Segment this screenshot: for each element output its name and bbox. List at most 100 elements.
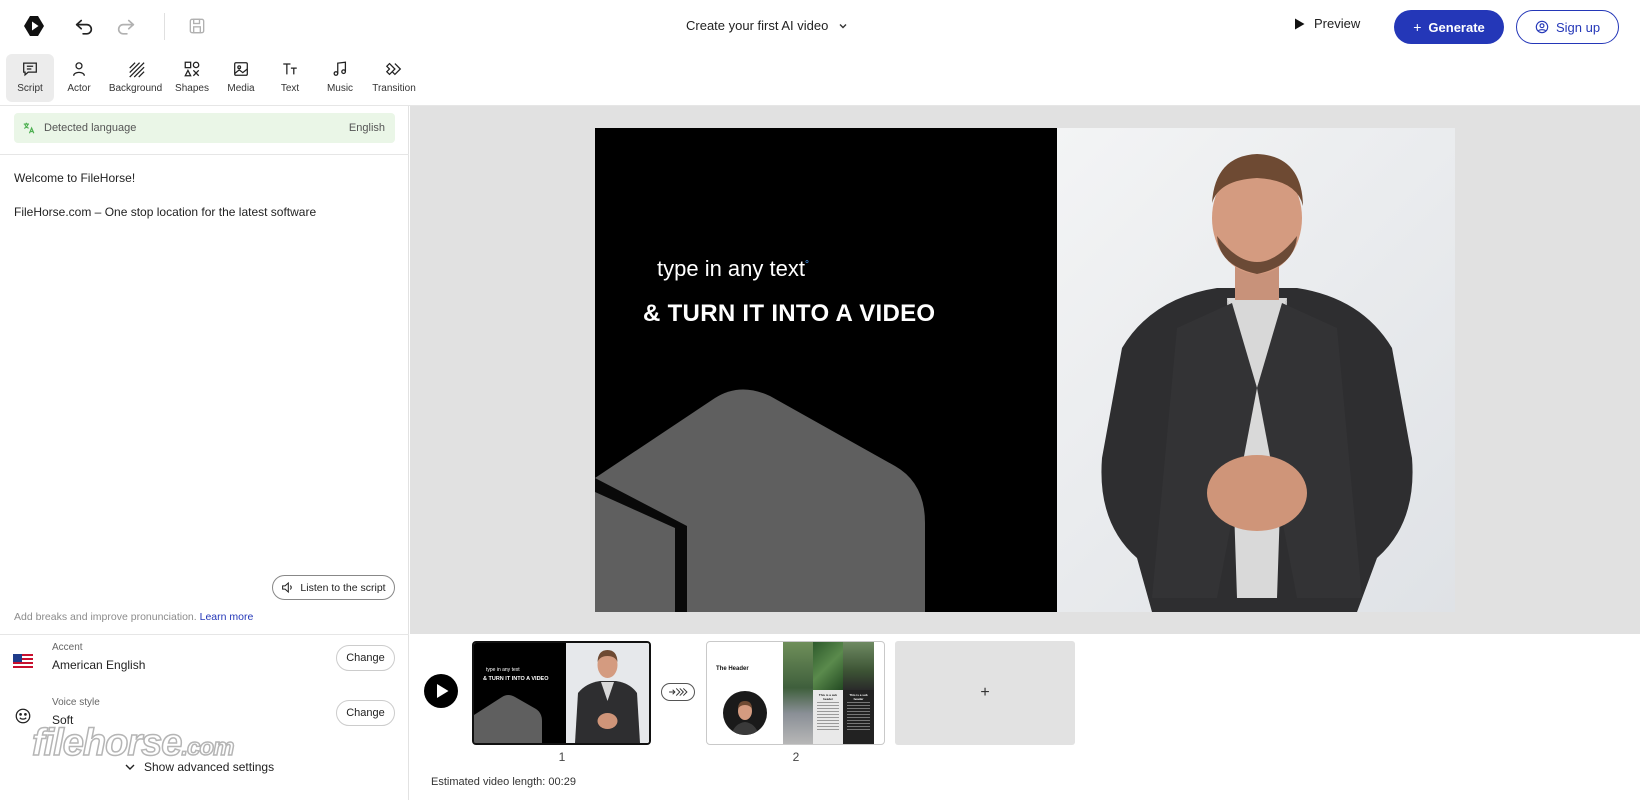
tool-label: Script xyxy=(17,83,43,94)
accent-label: Accent xyxy=(52,642,83,653)
video-title-dropdown[interactable]: Create your first AI video xyxy=(686,18,848,33)
music-icon xyxy=(333,61,347,76)
script-editor[interactable]: Welcome to FileHorse! FileHorse.com – On… xyxy=(14,170,394,238)
slide-text-line-1[interactable]: type in any text° xyxy=(657,256,809,282)
tool-script[interactable]: Script xyxy=(6,54,54,102)
tool-label: Media xyxy=(227,83,255,94)
video-title: Create your first AI video xyxy=(686,18,829,33)
speaker-icon xyxy=(282,581,293,594)
thumbnail-sub-header: This is a sub header xyxy=(818,693,838,701)
change-voice-style-button[interactable]: Change xyxy=(336,700,395,726)
slide-text-mark: ° xyxy=(804,259,809,271)
thumbnail-text-2: & TURN IT INTO A VIDEO xyxy=(483,676,549,682)
estimate-value: 00:29 xyxy=(548,776,576,788)
thumbnail-header-text: The Header xyxy=(716,666,749,672)
script-icon xyxy=(23,62,37,77)
actor-icon xyxy=(72,62,86,76)
thumbnail-avatar xyxy=(723,691,767,735)
sign-up-label: Sign up xyxy=(1555,19,1601,35)
scene-number: 2 xyxy=(792,750,800,764)
tool-transition[interactable]: Transition xyxy=(365,54,423,102)
slide-text-line-2[interactable]: & TURN IT INTO A VIDEO xyxy=(643,300,935,328)
tool-media[interactable]: Media xyxy=(217,54,265,102)
tool-label: Actor xyxy=(67,83,91,94)
tool-label: Shapes xyxy=(175,83,209,94)
save-icon[interactable] xyxy=(187,16,207,36)
preview-label: Preview xyxy=(1314,16,1361,31)
estimated-video-length: Estimated video length: 00:29 xyxy=(431,776,576,788)
generate-button[interactable]: + Generate xyxy=(1394,10,1504,44)
tool-shapes[interactable]: Shapes xyxy=(167,54,217,102)
tool-text[interactable]: Text xyxy=(265,54,315,102)
sign-up-button[interactable]: Sign up xyxy=(1516,10,1619,44)
change-accent-button[interactable]: Change xyxy=(336,645,395,671)
redo-icon[interactable] xyxy=(115,15,137,37)
voice-style-label: Voice style xyxy=(52,697,100,708)
preview-button[interactable]: Preview xyxy=(1294,16,1360,31)
accent-setting: Accent American English Change xyxy=(0,642,409,682)
filehorse-watermark: filehorse.com xyxy=(31,721,236,765)
shapes-icon xyxy=(184,61,200,77)
scene-transition-icon[interactable] xyxy=(661,683,695,701)
text-icon xyxy=(283,63,297,75)
generate-label: Generate xyxy=(1428,19,1485,35)
chevron-down-icon xyxy=(125,764,135,770)
thumbnail-black-panel: type in any text & TURN IT INTO A VIDEO xyxy=(474,643,566,743)
thumbnail-text-lines xyxy=(817,702,839,732)
thumbnail-text-1: type in any text xyxy=(486,667,520,673)
play-all-button[interactable] xyxy=(424,674,458,708)
tool-background[interactable]: Background xyxy=(104,54,167,102)
hint-text: Add breaks and improve pronunciation. xyxy=(14,611,197,623)
scene-thumbnail-1[interactable]: type in any text & TURN IT INTO A VIDEO xyxy=(472,641,651,745)
tool-music[interactable]: Music xyxy=(315,54,365,102)
pronunciation-hint: Add breaks and improve pronunciation. Le… xyxy=(14,611,253,623)
detected-language-label: Detected language xyxy=(44,122,137,134)
app-logo-icon[interactable] xyxy=(22,14,46,38)
script-panel: Detected language English Welcome to Fil… xyxy=(0,106,409,800)
listen-to-script-button[interactable]: Listen to the script xyxy=(272,575,395,600)
show-advanced-settings-toggle[interactable]: Show advanced settings xyxy=(124,760,274,774)
scene-thumbnail-2[interactable]: The Header This is a sub header This is … xyxy=(706,641,885,745)
media-icon xyxy=(234,62,248,76)
canvas-area: type in any text° & TURN IT INTO A VIDEO xyxy=(410,106,1640,634)
thumbnail-sub-header: This is a sub header xyxy=(849,693,868,701)
watermark-suffix: .com xyxy=(181,733,236,762)
thumbnail-image-leaf xyxy=(813,642,843,690)
scene-timeline: type in any text & TURN IT INTO A VIDEO … xyxy=(410,634,1640,800)
script-line: FileHorse.com – One stop location for th… xyxy=(14,205,317,219)
undo-icon[interactable] xyxy=(73,15,95,37)
tool-actor[interactable]: Actor xyxy=(54,54,104,102)
tool-label: Transition xyxy=(372,83,416,94)
top-bar: Create your first AI video Preview + Gen… xyxy=(0,0,1640,52)
editor-toolbar: Script Actor Background Shapes Media Tex… xyxy=(6,54,423,102)
slide-text-line-1-value: type in any text xyxy=(657,256,805,281)
thumbnail-avatar-figure xyxy=(731,701,759,735)
user-circle-icon xyxy=(1535,20,1549,34)
add-scene-button[interactable]: + xyxy=(895,641,1075,745)
tool-label: Text xyxy=(280,83,300,94)
thumbnail-card-right: This is a sub header xyxy=(843,642,874,744)
thumbnail-image-road xyxy=(783,642,813,744)
slide-canvas[interactable]: type in any text° & TURN IT INTO A VIDEO xyxy=(595,128,1455,612)
play-icon xyxy=(1295,18,1305,29)
transition-icon xyxy=(385,62,402,76)
plus-icon: + xyxy=(980,684,990,701)
background-icon xyxy=(128,62,145,78)
plus-icon: + xyxy=(1413,19,1422,35)
divider xyxy=(0,634,409,635)
us-flag-icon xyxy=(13,654,33,668)
thumbnail-actor-figure xyxy=(575,650,640,743)
thumbnail-actor-panel xyxy=(566,643,649,743)
tool-label: Music xyxy=(326,83,354,94)
watermark-text: filehorse xyxy=(31,721,183,765)
estimate-label: Estimated video length: xyxy=(431,776,546,788)
learn-more-link[interactable]: Learn more xyxy=(200,611,254,623)
toolbar-divider xyxy=(164,13,165,40)
thumbnail-image-forest xyxy=(843,642,874,690)
advanced-label: Show advanced settings xyxy=(144,760,275,774)
tool-label: Background xyxy=(108,83,163,94)
detected-language-value: English xyxy=(348,122,385,134)
slide-decoration-shape xyxy=(595,389,925,612)
chevron-down-icon xyxy=(839,23,847,28)
actor-image[interactable] xyxy=(1057,128,1455,612)
